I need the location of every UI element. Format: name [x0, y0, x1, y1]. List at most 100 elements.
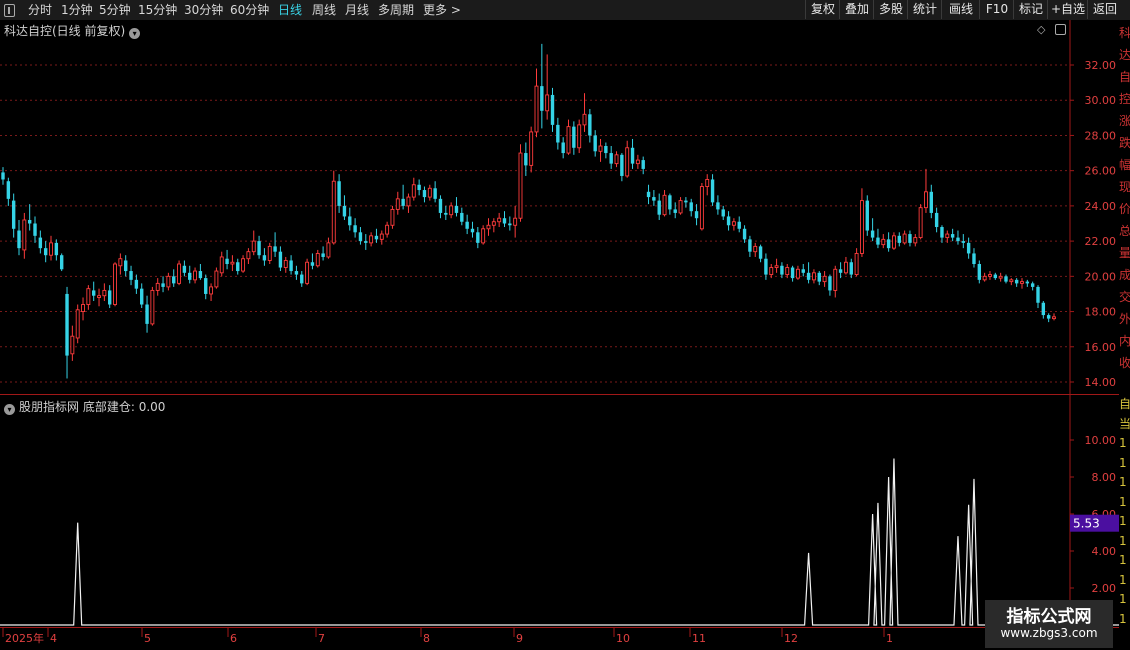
candle-body	[843, 261, 848, 274]
candle-body	[1036, 286, 1040, 303]
y-tick-label: 18.00	[1085, 306, 1117, 319]
candle	[59, 253, 64, 272]
tab-monthly[interactable]: 月线	[345, 2, 369, 18]
candle-body	[668, 195, 672, 210]
candle-body	[97, 295, 101, 298]
candle-body	[385, 224, 390, 235]
chevron-down-icon[interactable]: ▾	[4, 404, 15, 415]
candle-body	[929, 191, 933, 213]
candle-body	[694, 211, 699, 219]
candle-body	[924, 191, 928, 209]
back-button[interactable]: 返回	[1087, 0, 1122, 19]
candle-body	[828, 276, 832, 291]
sidebar-toggle-icon[interactable]	[4, 4, 15, 17]
candle-body	[267, 245, 272, 261]
candle-body	[465, 221, 469, 229]
tab-60min[interactable]: 60分钟	[230, 2, 269, 18]
right-strip-char: 涨	[1119, 114, 1130, 128]
draw-line-button[interactable]: 画线	[941, 0, 980, 19]
candle-body	[481, 228, 486, 244]
right-strip-char: 外	[1119, 312, 1130, 326]
add-watchlist-button[interactable]: +自选	[1047, 0, 1088, 19]
right-strip-char: 当	[1119, 416, 1130, 431]
candle-body	[753, 245, 758, 253]
candle	[518, 144, 523, 222]
right-strip-char: 总	[1119, 224, 1130, 238]
candle-body	[236, 262, 240, 272]
candle-body	[427, 187, 432, 198]
y-tick-label: 20.00	[1085, 270, 1117, 283]
candle-body	[849, 262, 853, 275]
candle-body	[326, 242, 331, 258]
overlay-button[interactable]: 叠加	[839, 0, 874, 19]
candle-body	[486, 224, 491, 230]
y-tick-label: 26.00	[1085, 165, 1117, 178]
candle-body	[348, 216, 352, 226]
window-layout-icon[interactable]	[1055, 24, 1066, 35]
candle-body	[913, 237, 918, 244]
right-strip-char: 1	[1119, 455, 1127, 470]
tab-multi-period[interactable]: 多周期	[378, 2, 414, 18]
time-tick-label: 8	[423, 632, 430, 645]
candle-body	[198, 271, 203, 279]
candle-body	[780, 265, 784, 275]
candle-body	[726, 216, 731, 226]
candle-body	[182, 265, 187, 273]
chevron-down-icon[interactable]: ▾	[129, 28, 141, 39]
candle-body	[86, 288, 91, 305]
diamond-icon[interactable]: ◇	[1037, 23, 1045, 36]
candle-body	[513, 217, 518, 226]
mark-button[interactable]: 标记	[1013, 0, 1048, 19]
right-strip-char: 1	[1119, 436, 1127, 450]
tab-intraday[interactable]: 分时	[28, 2, 52, 18]
candle-body	[545, 94, 550, 112]
time-tick-label: 9	[516, 632, 523, 645]
candle-body	[833, 268, 838, 291]
candle-body	[491, 221, 496, 226]
candle	[305, 258, 310, 286]
right-strip-char: 自	[1119, 70, 1130, 84]
right-strip-char: 收	[1119, 356, 1130, 370]
candle-body	[140, 288, 144, 305]
candle-body	[817, 272, 821, 282]
candle-body	[193, 270, 198, 281]
tab-daily[interactable]: 日线	[278, 2, 302, 18]
candle-body	[49, 242, 53, 256]
tab-more[interactable]: 更多 >	[423, 2, 461, 18]
candle-body	[716, 202, 720, 210]
right-strip-char: 科	[1119, 26, 1130, 40]
indicator-chart[interactable]: 10.008.006.004.002.005.532025年 4 5 6 7 8 9 10 11…	[0, 395, 1119, 650]
tab-weekly[interactable]: 周线	[312, 2, 336, 18]
candle-body	[886, 239, 891, 249]
candle-body	[438, 198, 443, 213]
candle-body	[219, 256, 224, 274]
candlestick-chart[interactable]: 32.00 30.00 28.00 26.00 24.00 22.00 20.00 18.00…	[0, 20, 1119, 395]
tab-15min[interactable]: 15分钟	[138, 2, 177, 18]
candle-body	[972, 253, 976, 265]
candle-body	[118, 258, 123, 267]
candle-body	[134, 279, 139, 289]
candle-body	[300, 274, 304, 284]
indicator-name: 底部建仓:	[82, 400, 135, 414]
candle-body	[161, 283, 165, 287]
candle-body	[310, 262, 315, 266]
tab-30min[interactable]: 30分钟	[184, 2, 223, 18]
candle-body	[476, 232, 480, 243]
tab-1min[interactable]: 1分钟	[61, 2, 93, 18]
right-strip-char: 1	[1119, 533, 1127, 548]
candle-body	[534, 85, 539, 133]
f10-button[interactable]: F10	[979, 0, 1014, 19]
multi-stock-button[interactable]: 多股	[873, 0, 908, 19]
restore-rights-button[interactable]: 复权	[805, 0, 840, 19]
candle-body	[934, 212, 939, 228]
candle-body	[678, 200, 683, 214]
candle-body	[11, 200, 16, 229]
tab-5min[interactable]: 5分钟	[99, 2, 131, 18]
statistics-button[interactable]: 统计	[907, 0, 942, 19]
candle-body	[108, 290, 112, 305]
right-strip-char: 1	[1119, 514, 1127, 528]
candle	[390, 205, 395, 229]
candle-body	[401, 198, 405, 206]
candle-body	[1014, 279, 1019, 284]
time-tick-label: 10	[616, 632, 630, 645]
